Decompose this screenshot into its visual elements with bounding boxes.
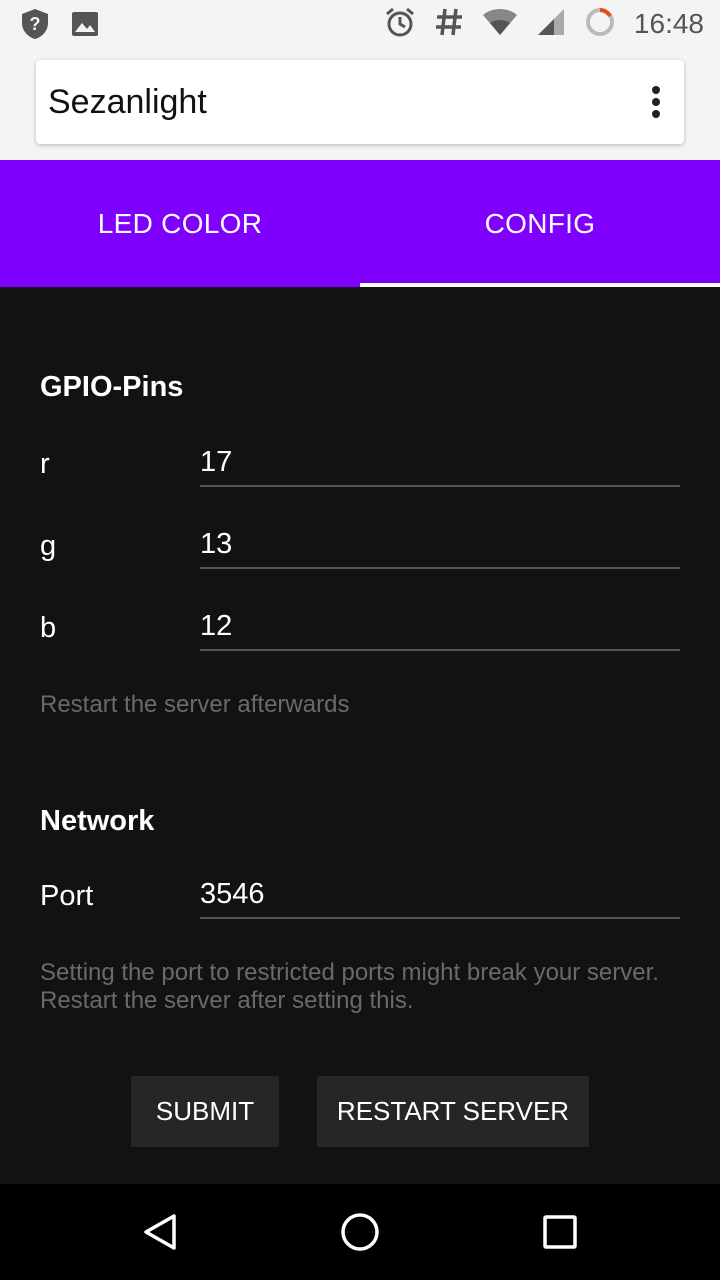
gpio-section-title: GPIO-Pins xyxy=(40,371,184,403)
restart-server-button[interactable]: RESTART SERVER xyxy=(317,1076,589,1147)
submit-button[interactable]: SUBMIT xyxy=(131,1076,279,1147)
battery-icon xyxy=(584,6,616,43)
home-icon[interactable] xyxy=(336,1208,384,1256)
app-bar: Sezanlight xyxy=(36,60,684,144)
gpio-g-label: g xyxy=(40,530,57,562)
tab-bar: LED COLOR CONFIG xyxy=(0,160,720,287)
recents-icon[interactable] xyxy=(536,1208,584,1256)
more-vert-icon[interactable] xyxy=(642,80,670,124)
gpio-b-input[interactable]: 12 xyxy=(200,601,680,651)
gpio-r-input[interactable]: 17 xyxy=(200,437,680,487)
gpio-b-label: b xyxy=(40,612,57,644)
svg-text:?: ? xyxy=(30,14,41,34)
tab-config[interactable]: CONFIG xyxy=(360,160,720,287)
gpio-g-input[interactable]: 13 xyxy=(200,519,680,569)
network-hint: Setting the port to restricted ports mig… xyxy=(40,959,659,1014)
gpio-r-label: r xyxy=(40,448,50,480)
config-panel: GPIO-Pins r 17 g 13 b 12 Restart the ser… xyxy=(0,287,720,1184)
back-icon[interactable] xyxy=(136,1208,184,1256)
hash-icon xyxy=(434,6,464,43)
network-section-title: Network xyxy=(40,805,155,837)
port-input[interactable]: 3546 xyxy=(200,869,680,919)
alarm-icon xyxy=(384,6,416,43)
app-title: Sezanlight xyxy=(48,83,207,121)
gpio-hint: Restart the server afterwards xyxy=(40,691,350,718)
port-label: Port xyxy=(40,880,94,912)
wifi-icon xyxy=(482,7,518,42)
system-nav-bar xyxy=(0,1184,720,1280)
shield-question-icon: ? xyxy=(20,8,50,45)
status-bar: ? 16:48 xyxy=(0,0,720,48)
tab-led-color[interactable]: LED COLOR xyxy=(0,160,360,287)
clock-time: 16:48 xyxy=(633,8,704,39)
app-bar-container: Sezanlight xyxy=(0,48,720,160)
cell-signal-icon xyxy=(536,7,566,42)
image-icon xyxy=(70,9,100,44)
